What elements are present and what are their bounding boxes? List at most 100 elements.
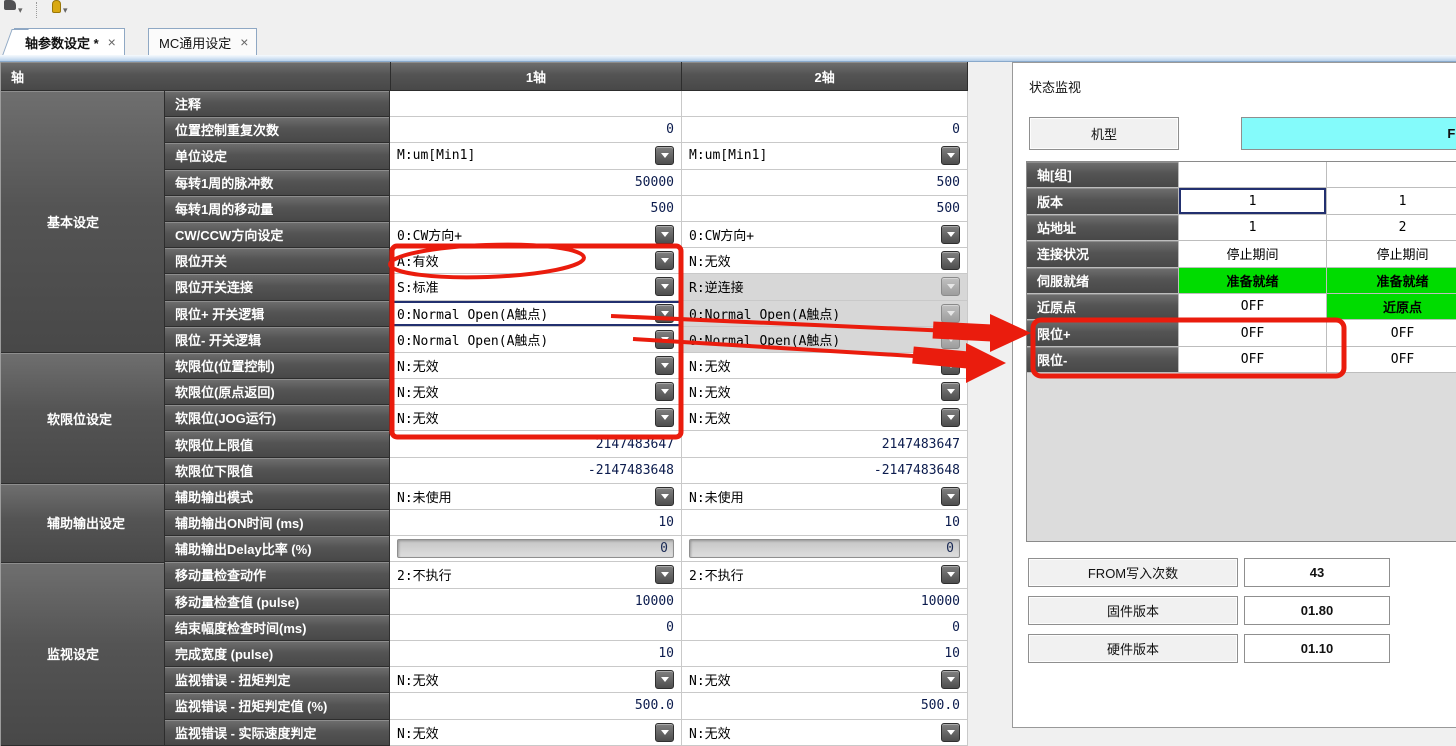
dropdown-button[interactable]	[941, 356, 960, 375]
axis1-value-cell[interactable]: N:无效	[390, 405, 682, 431]
axis1-value-cell[interactable]: M:um[Min1]	[390, 143, 682, 169]
dropdown-button[interactable]	[655, 408, 674, 427]
dropdown-button[interactable]	[655, 723, 674, 742]
dropdown-button[interactable]	[655, 565, 674, 584]
axis2-value-cell[interactable]: R:逆连接	[682, 274, 968, 300]
axis2-value-cell[interactable]: 2147483647	[682, 431, 968, 457]
disabled-input-value: 0	[660, 541, 668, 556]
axis2-status-cell: 近原点	[1327, 294, 1456, 320]
axis1-value-cell[interactable]: S:标准	[390, 274, 682, 300]
dropdown-button[interactable]	[655, 382, 674, 401]
close-icon[interactable]: ×	[108, 35, 116, 49]
axis2-value-cell[interactable]: 500	[682, 170, 968, 196]
axis2-value-cell[interactable]: M:um[Min1]	[682, 143, 968, 169]
dropdown-button[interactable]	[655, 670, 674, 689]
axis2-value-cell[interactable]: 500	[682, 196, 968, 222]
cell-value-text: 500	[651, 201, 674, 216]
parameter-label: 结束幅度检查时间(ms)	[165, 615, 390, 641]
group-column: 基本设定软限位设定辅助输出设定监视设定	[1, 91, 165, 746]
cell-value-text: 0	[666, 620, 674, 635]
axis1-value-cell[interactable]: -2147483648	[390, 458, 682, 484]
axis2-value-cell[interactable]: N:无效	[682, 353, 968, 379]
axis2-status-cell: OFF	[1327, 347, 1456, 373]
dropdown-button[interactable]	[655, 304, 674, 323]
dropdown-button[interactable]	[655, 330, 674, 349]
axis2-value-cell[interactable]: N:无效	[682, 667, 968, 693]
dropdown-button[interactable]	[655, 146, 674, 165]
dropdown-button[interactable]	[655, 487, 674, 506]
status-label: 轴[组]	[1027, 162, 1179, 188]
axis2-value-cell[interactable]: N:无效	[682, 248, 968, 274]
dropdown-button	[941, 330, 960, 349]
chevron-down-icon[interactable]: ▾	[18, 6, 23, 15]
axis1-value-cell[interactable]: 50000	[390, 170, 682, 196]
axis2-value-cell[interactable]: 2:不执行	[682, 562, 968, 588]
axis1-value-cell[interactable]: N:无效	[390, 353, 682, 379]
axis1-value-cell[interactable]: 10	[390, 510, 682, 536]
axis1-value-cell[interactable]: N:无效	[390, 379, 682, 405]
dropdown-button[interactable]	[941, 225, 960, 244]
axis2-value-cell[interactable]: N:无效	[682, 379, 968, 405]
axis1-value-cell[interactable]	[390, 91, 682, 117]
tab-axis-parameter-settings[interactable]: 轴参数设定 * ×	[14, 28, 125, 55]
axis1-value-cell[interactable]: N:未使用	[390, 484, 682, 510]
disabled-input-value: 0	[946, 541, 954, 556]
axis2-value-cell[interactable]: N:无效	[682, 720, 968, 746]
close-icon[interactable]: ×	[240, 35, 248, 49]
axis2-value-cell[interactable]: 0	[682, 117, 968, 143]
dropdown-button[interactable]	[941, 251, 960, 270]
axis2-value-cell[interactable]: 500.0	[682, 693, 968, 719]
axis2-value-cell[interactable]: N:未使用	[682, 484, 968, 510]
model-value: FR	[1241, 117, 1456, 150]
axis2-value-cell[interactable]	[682, 91, 968, 117]
axis1-value-cell[interactable]: 0:Normal Open(A触点)	[390, 301, 682, 327]
dropdown-button[interactable]	[655, 356, 674, 375]
dropdown-button[interactable]	[655, 225, 674, 244]
parameter-row: 每转1周的移动量 500 500	[165, 196, 968, 222]
axis2-value-cell[interactable]: 10000	[682, 589, 968, 615]
dropdown-button[interactable]	[941, 146, 960, 165]
axis1-value-cell[interactable]: 2147483647	[390, 431, 682, 457]
dropdown-button[interactable]	[941, 487, 960, 506]
parameter-label: 移动量检查动作	[165, 562, 390, 588]
axis1-value-cell[interactable]: 500.0	[390, 693, 682, 719]
dropdown-button[interactable]	[655, 277, 674, 296]
axis2-value-cell[interactable]: 10	[682, 641, 968, 667]
axis2-value-cell[interactable]: 0:CW方向+	[682, 222, 968, 248]
axis1-value-cell[interactable]: 10000	[390, 589, 682, 615]
dropdown-button[interactable]	[941, 723, 960, 742]
axis1-value-cell[interactable]: 0:CW方向+	[390, 222, 682, 248]
tab-mc-common-settings[interactable]: MC通用设定 ×	[148, 28, 257, 55]
info-label: 固件版本	[1028, 596, 1238, 625]
axis2-value-cell[interactable]: 0:Normal Open(A触点)	[682, 327, 968, 353]
axis1-status-cell: 1轴	[1179, 162, 1327, 188]
axis1-value-cell[interactable]: A:有效	[390, 248, 682, 274]
axis2-value-cell[interactable]: 0	[682, 615, 968, 641]
dropdown-button[interactable]	[941, 565, 960, 584]
axis2-status-cell: 2	[1327, 215, 1456, 241]
dropdown-button[interactable]	[941, 408, 960, 427]
axis1-value-cell[interactable]: 2:不执行	[390, 562, 682, 588]
dropdown-button[interactable]	[655, 251, 674, 270]
toolbar-dropdown-2[interactable]: ▾	[52, 0, 68, 15]
dropdown-button[interactable]	[941, 670, 960, 689]
chevron-down-icon[interactable]: ▾	[63, 6, 68, 15]
table-header-row: 轴 1轴 2轴	[1, 62, 968, 91]
axis1-value-cell[interactable]: 0:Normal Open(A触点)	[390, 327, 682, 353]
axis1-value-cell[interactable]: N:无效	[390, 720, 682, 746]
toolbar-dropdown-1[interactable]: ▾	[4, 0, 23, 15]
dropdown-button[interactable]	[941, 382, 960, 401]
axis2-value-cell[interactable]: N:无效	[682, 405, 968, 431]
axis1-value-cell[interactable]: 10	[390, 641, 682, 667]
axis1-value-cell[interactable]: 0	[390, 117, 682, 143]
info-value: 01.80	[1244, 596, 1390, 625]
dropdown-value-text: N:无效	[689, 408, 937, 427]
axis2-value-cell[interactable]: -2147483648	[682, 458, 968, 484]
axis1-value-cell[interactable]: 0	[390, 615, 682, 641]
tab-label: 轴参数设定 *	[25, 33, 99, 52]
axis2-value-cell[interactable]: 0:Normal Open(A触点)	[682, 301, 968, 327]
dropdown-value-text: M:um[Min1]	[397, 148, 651, 163]
axis1-value-cell[interactable]: 500	[390, 196, 682, 222]
axis1-value-cell[interactable]: N:无效	[390, 667, 682, 693]
axis2-value-cell[interactable]: 10	[682, 510, 968, 536]
